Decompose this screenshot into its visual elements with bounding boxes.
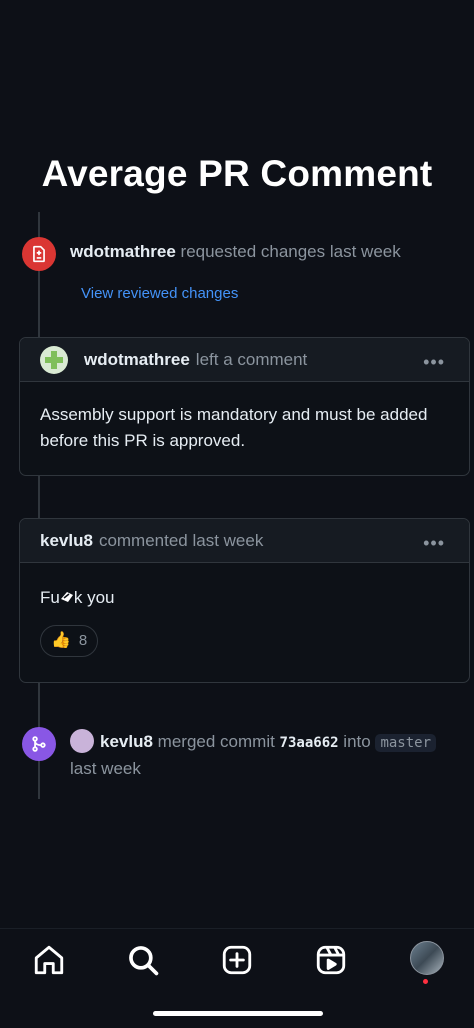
view-reviewed-changes-link[interactable]: View reviewed changes	[81, 285, 238, 302]
merge-event-user[interactable]: kevlu8	[100, 732, 153, 751]
comment-user[interactable]: kevlu8	[40, 531, 93, 551]
profile-avatar[interactable]	[410, 941, 444, 975]
reaction-count: 8	[78, 632, 88, 649]
thumbs-up-reaction[interactable]: 👍 8	[40, 625, 99, 657]
create-icon[interactable]	[220, 943, 254, 977]
branch-badge[interactable]: master	[375, 734, 437, 752]
merge-into: into	[343, 732, 371, 751]
git-merge-icon	[22, 727, 56, 761]
comment-text-prefix: Fu	[40, 588, 60, 607]
merge-time: last week	[70, 759, 141, 778]
reels-icon[interactable]	[314, 943, 348, 977]
search-icon[interactable]	[126, 943, 160, 977]
notification-dot	[423, 979, 428, 984]
commit-sha[interactable]: 73aa662	[280, 735, 339, 751]
avatar[interactable]	[40, 345, 68, 374]
timeline-line	[38, 212, 40, 337]
file-diff-icon	[22, 237, 56, 271]
more-options-icon[interactable]: •••	[423, 533, 445, 554]
comment-text: Fu k you	[40, 585, 449, 611]
merge-event-text: kevlu8 merged commit 73aa662 into master…	[70, 729, 470, 782]
comment-action: commented last week	[98, 530, 264, 550]
comment-card: kevlu8 commented last week ••• Fu k you …	[19, 518, 470, 683]
review-comment-card: wdotmathree left a comment ••• Assembly …	[19, 337, 470, 476]
comment-body: Fu k you 👍 8	[20, 563, 469, 675]
home-indicator	[153, 1011, 323, 1016]
censor-sticker-icon	[60, 586, 74, 602]
comment-header: kevlu8 commented last week •••	[20, 519, 469, 563]
merge-event-action: merged commit	[157, 732, 275, 751]
more-options-icon[interactable]: •••	[423, 352, 445, 373]
avatar[interactable]	[70, 729, 94, 753]
review-event-text: wdotmathree requested changes last week	[70, 239, 401, 265]
review-comment-body: Assembly support is mandatory and must b…	[40, 405, 428, 450]
comment-text-suffix: k you	[73, 588, 115, 607]
review-event-user[interactable]: wdotmathree	[70, 242, 176, 261]
review-comment-user[interactable]: wdotmathree	[84, 350, 190, 370]
review-comment-action: left a comment	[195, 349, 308, 369]
review-event-action: requested changes last week	[180, 242, 401, 261]
review-comment-header: wdotmathree left a comment •••	[20, 338, 469, 382]
home-icon[interactable]	[32, 943, 66, 977]
thumbs-up-icon: 👍	[51, 632, 71, 649]
timeline-line	[38, 476, 40, 518]
page-title: Average PR Comment	[41, 153, 433, 194]
